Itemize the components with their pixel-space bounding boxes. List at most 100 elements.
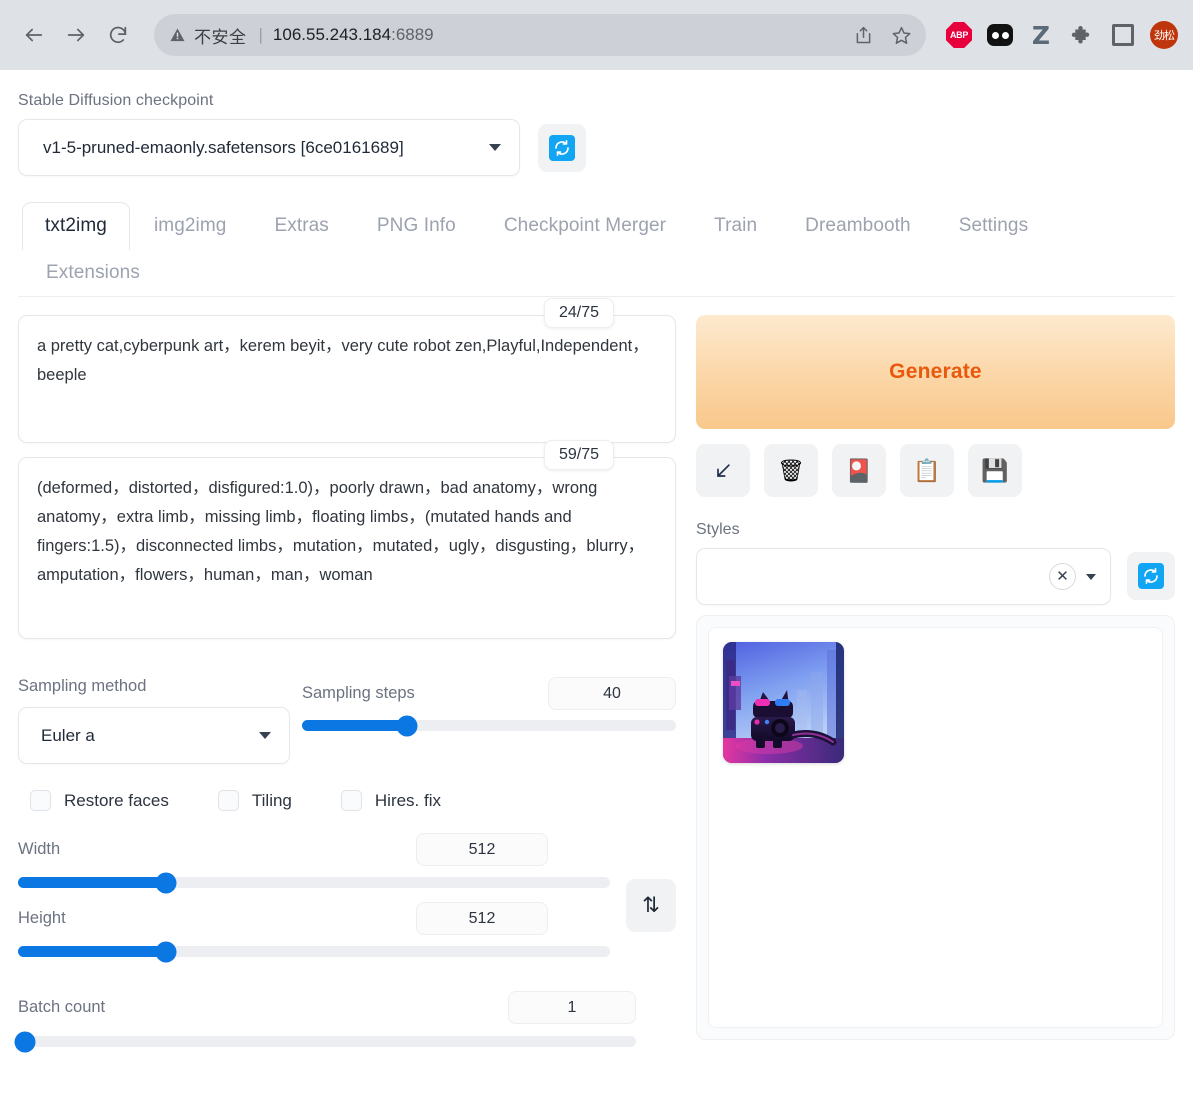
hires-fix-label: Hires. fix	[375, 791, 441, 811]
sampling-method-label: Sampling method	[18, 677, 290, 696]
width-input[interactable]: 512	[416, 833, 548, 866]
main-tabs: txt2img img2img Extras PNG Info Checkpoi…	[18, 202, 1175, 297]
share-icon[interactable]	[848, 20, 878, 50]
prompt-action-buttons: 🗑 🎴 📋 💾	[696, 444, 1175, 497]
profile-avatar[interactable]: 劲松	[1149, 20, 1179, 50]
show-extra-networks-button[interactable]: 🎴	[832, 444, 886, 497]
chevron-down-icon	[259, 732, 271, 739]
clipboard-icon: 📋	[913, 460, 940, 482]
styles-label: Styles	[696, 521, 1175, 539]
checkpoint-value: v1-5-pruned-emaonly.safetensors [6ce0161…	[43, 138, 479, 158]
refresh-icon	[549, 135, 575, 161]
negative-prompt-wrap: 59/75 (deformed，distorted，disfigured:1.0…	[18, 457, 676, 639]
sampling-method-dropdown[interactable]: Euler a	[18, 707, 290, 764]
checkbox-box	[30, 790, 51, 811]
height-slider[interactable]	[18, 946, 610, 957]
tab-train[interactable]: Train	[690, 203, 781, 250]
chevron-down-icon	[1086, 574, 1096, 580]
extra-networks-icon: 🎴	[845, 460, 872, 482]
checkbox-box	[341, 790, 362, 811]
chevron-down-icon	[489, 144, 501, 151]
checkbox-box	[218, 790, 239, 811]
negative-token-counter: 59/75	[544, 440, 614, 470]
refresh-styles-button[interactable]	[1127, 552, 1175, 600]
tiling-checkbox[interactable]: Tiling	[218, 790, 292, 811]
sampling-steps-head: Sampling steps 40	[302, 677, 676, 710]
sampling-method-value: Euler a	[41, 726, 249, 746]
tab-dreambooth[interactable]: Dreambooth	[781, 203, 935, 250]
dots-extension-icon[interactable]	[985, 20, 1015, 50]
negative-prompt-input[interactable]: (deformed，distorted，disfigured:1.0)，poor…	[18, 457, 676, 639]
sampling-steps-input[interactable]: 40	[548, 677, 676, 710]
dimensions-group: Width 512 Height 512	[18, 833, 676, 971]
sampling-steps-label: Sampling steps	[302, 684, 415, 703]
batch-count-input[interactable]: 1	[508, 991, 636, 1024]
positive-prompt-wrap: 24/75 a pretty cat,cyberpunk art，kerem b…	[18, 315, 676, 443]
tab-png-info[interactable]: PNG Info	[353, 203, 480, 250]
refresh-checkpoint-button[interactable]	[538, 124, 586, 172]
styles-dropdown[interactable]: ✕	[696, 548, 1111, 605]
generated-image-thumbnail[interactable]	[723, 642, 844, 763]
checkpoint-dropdown[interactable]: v1-5-pruned-emaonly.safetensors [6ce0161…	[18, 119, 520, 176]
puzzle-extensions-icon[interactable]	[1067, 20, 1097, 50]
height-row: Height 512	[18, 902, 610, 957]
extension-icons: ABP Z 劲松	[936, 20, 1179, 50]
batch-count-label: Batch count	[18, 998, 105, 1017]
paste-params-button[interactable]	[696, 444, 750, 497]
result-gallery	[696, 615, 1175, 1040]
tab-txt2img[interactable]: txt2img	[22, 202, 130, 250]
tiling-label: Tiling	[252, 791, 292, 811]
address-bar[interactable]: 不安全 | 106.55.243.184:6889	[154, 14, 926, 56]
width-row: Width 512	[18, 833, 610, 888]
swap-vertical-icon: ⇅	[642, 893, 660, 918]
txt2img-panel: 24/75 a pretty cat,cyberpunk art，kerem b…	[18, 297, 1175, 1047]
close-icon[interactable]: ✕	[1049, 563, 1076, 590]
tab-extensions[interactable]: Extensions	[22, 250, 164, 297]
forward-button[interactable]	[56, 15, 96, 55]
sampling-steps-slider[interactable]	[302, 720, 676, 731]
star-icon[interactable]	[886, 20, 916, 50]
checkpoint-label: Stable Diffusion checkpoint	[18, 92, 1175, 110]
gallery-inner	[708, 627, 1163, 1028]
positive-token-counter: 24/75	[544, 298, 614, 328]
dimension-sliders: Width 512 Height 512	[18, 833, 610, 971]
floppy-disk-icon: 💾	[981, 460, 1008, 482]
reload-button[interactable]	[98, 15, 138, 55]
trash-icon: 🗑	[777, 460, 805, 482]
sampling-row: Sampling method Euler a Sampling steps 4…	[18, 677, 676, 764]
generate-button[interactable]: Generate	[696, 315, 1175, 429]
height-input[interactable]: 512	[416, 902, 548, 935]
clear-prompt-button[interactable]: 🗑	[764, 444, 818, 497]
not-secure-warning-icon	[170, 28, 185, 42]
reading-list-icon[interactable]	[1108, 20, 1138, 50]
swap-dimensions-button[interactable]: ⇅	[626, 879, 676, 932]
width-slider[interactable]	[18, 877, 610, 888]
tab-checkpoint-merger[interactable]: Checkpoint Merger	[480, 203, 690, 250]
tab-settings[interactable]: Settings	[935, 203, 1052, 250]
width-head: Width 512	[18, 833, 610, 866]
browser-toolbar: 不安全 | 106.55.243.184:6889 ABP Z 劲松	[0, 0, 1193, 70]
tab-img2img[interactable]: img2img	[130, 203, 251, 250]
tab-extras[interactable]: Extras	[250, 203, 352, 250]
zotero-extension-icon[interactable]: Z	[1026, 20, 1056, 50]
hires-fix-checkbox[interactable]: Hires. fix	[341, 790, 441, 811]
styles-row: ✕	[696, 548, 1175, 605]
sampling-method-group: Sampling method Euler a	[18, 677, 290, 764]
save-style-button[interactable]: 💾	[968, 444, 1022, 497]
apply-style-button[interactable]: 📋	[900, 444, 954, 497]
checkpoint-row: v1-5-pruned-emaonly.safetensors [6ce0161…	[18, 119, 1175, 176]
sampling-steps-group: Sampling steps 40	[302, 677, 676, 731]
omnibox-separator: |	[259, 25, 263, 45]
width-label: Width	[18, 840, 60, 859]
refresh-icon	[1138, 563, 1164, 589]
prompt-input[interactable]: a pretty cat,cyberpunk art，kerem beyit，v…	[18, 315, 676, 443]
parameters-section: Sampling method Euler a Sampling steps 4…	[18, 653, 676, 1047]
restore-faces-label: Restore faces	[64, 791, 169, 811]
batch-count-slider[interactable]	[18, 1036, 636, 1047]
back-button[interactable]	[14, 15, 54, 55]
batch-count-row: Batch count 1	[18, 991, 676, 1047]
url-text: 106.55.243.184:6889	[273, 25, 434, 45]
adblock-plus-icon[interactable]: ABP	[944, 20, 974, 50]
batch-count-head: Batch count 1	[18, 991, 676, 1024]
restore-faces-checkbox[interactable]: Restore faces	[30, 790, 169, 811]
